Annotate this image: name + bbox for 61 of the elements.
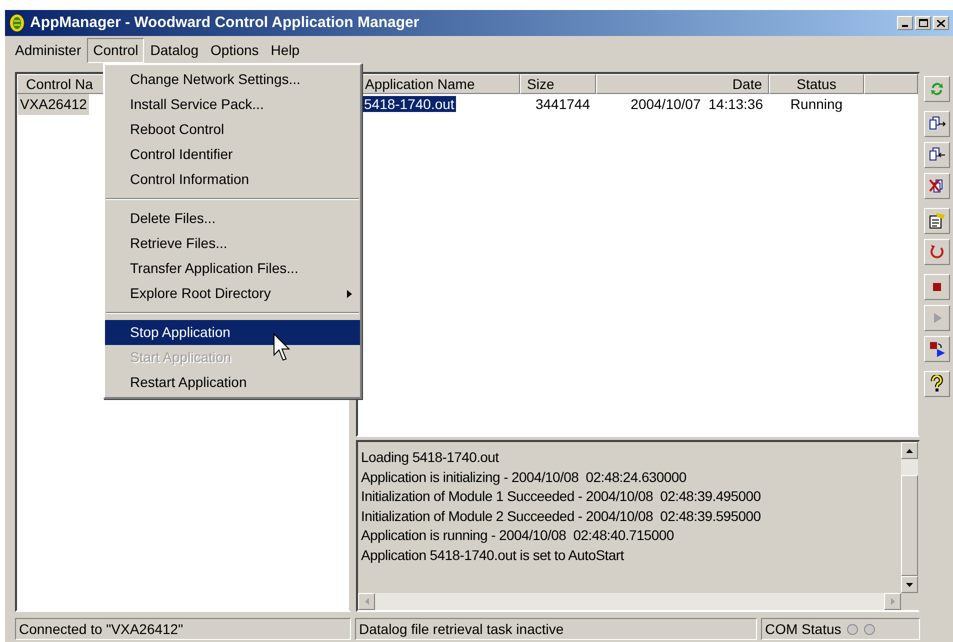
toolbar-button[interactable] bbox=[924, 142, 950, 168]
toolbar-button[interactable] bbox=[924, 239, 950, 265]
com-status-label: COM Status bbox=[765, 620, 842, 638]
status-light bbox=[847, 624, 858, 634]
table-cell: Running bbox=[790, 96, 843, 112]
status-panel: Datalog file retrieval task inactive bbox=[355, 618, 757, 640]
toolbar-button[interactable] bbox=[924, 208, 950, 234]
refresh-icon bbox=[928, 80, 946, 98]
horizontal-scrollbar[interactable] bbox=[358, 593, 901, 610]
scroll-down-icon bbox=[906, 582, 913, 586]
help-icon bbox=[928, 375, 946, 393]
status-panel: Connected to "VXA26412" bbox=[15, 618, 351, 640]
window-title: AppManager - Woodward Control Application Manager bbox=[30, 12, 420, 33]
clipboard-icon bbox=[928, 212, 946, 230]
log-line: Initialization of Module 2 Succeeded - 2004/10/08 02:48:39.595000 bbox=[361, 506, 762, 526]
log-line: Application is running - 2004/10/08 02:48:40.715000 bbox=[361, 526, 675, 545]
menu-item[interactable]: Control bbox=[87, 38, 144, 62]
menu-option[interactable]: Install Service Pack... bbox=[105, 92, 360, 117]
toolbar-button[interactable] bbox=[924, 336, 950, 362]
restart-icon bbox=[928, 243, 946, 261]
log-line: Loading 5418-1740.out bbox=[361, 448, 500, 467]
menu-option[interactable]: Transfer Application Files... bbox=[105, 256, 360, 281]
toolbar-button[interactable] bbox=[924, 111, 950, 137]
column-header[interactable]: Size bbox=[520, 74, 596, 94]
column-header[interactable]: Date bbox=[596, 74, 769, 94]
toolbar-button[interactable] bbox=[924, 371, 950, 397]
table-cell: 2004/10/07 14:13:36 bbox=[630, 96, 763, 112]
scroll-up-icon bbox=[906, 448, 913, 452]
menu-item[interactable]: Options bbox=[204, 38, 265, 62]
scroll-left-icon bbox=[364, 598, 368, 605]
app-logo-icon bbox=[9, 14, 25, 32]
log-line: Application 5418-1740.out is set to AutoStart bbox=[361, 546, 625, 565]
menu-option[interactable]: Control Information bbox=[105, 167, 360, 192]
close-button[interactable] bbox=[933, 16, 949, 30]
minimize-button[interactable] bbox=[897, 16, 913, 30]
vertical-scrollbar[interactable] bbox=[901, 442, 918, 593]
status-light bbox=[864, 624, 876, 634]
stop-start-icon bbox=[928, 340, 946, 358]
menu-item[interactable]: Administer bbox=[9, 38, 88, 62]
menu-item[interactable]: Datalog bbox=[144, 38, 205, 62]
menu-option[interactable]: Reboot Control bbox=[105, 117, 360, 142]
mouse-cursor-icon bbox=[273, 333, 291, 363]
maximize-button[interactable] bbox=[915, 16, 931, 30]
toolbar-button[interactable] bbox=[924, 274, 950, 300]
menu-option[interactable]: Retrieve Files... bbox=[105, 231, 360, 256]
toolbar-button[interactable] bbox=[924, 173, 950, 199]
menu-option[interactable]: Stop Application bbox=[105, 320, 360, 345]
table-cell[interactable]: 5418-1740.out bbox=[362, 96, 456, 112]
log-line: Initialization of Module 1 Succeeded - 2004/10/08 02:48:39.495000 bbox=[361, 487, 762, 506]
log-line: Application is initializing - 2004/10/08 02:48:24.630000 bbox=[361, 468, 688, 487]
menu-option[interactable]: Explore Root Directory bbox=[105, 281, 360, 306]
table-cell: 3441744 bbox=[535, 96, 590, 112]
submenu-arrow-icon bbox=[347, 290, 352, 298]
column-header[interactable]: Status bbox=[769, 74, 864, 94]
menu-option[interactable]: Delete Files... bbox=[105, 206, 360, 231]
close-icon bbox=[937, 20, 945, 26]
scroll-right-icon bbox=[890, 598, 894, 605]
menu-item[interactable]: Help bbox=[264, 38, 306, 62]
menu-option[interactable]: Restart Application bbox=[105, 370, 360, 395]
menu-option[interactable]: Control Identifier bbox=[105, 142, 360, 167]
list-item[interactable]: VXA26412 bbox=[18, 94, 89, 115]
